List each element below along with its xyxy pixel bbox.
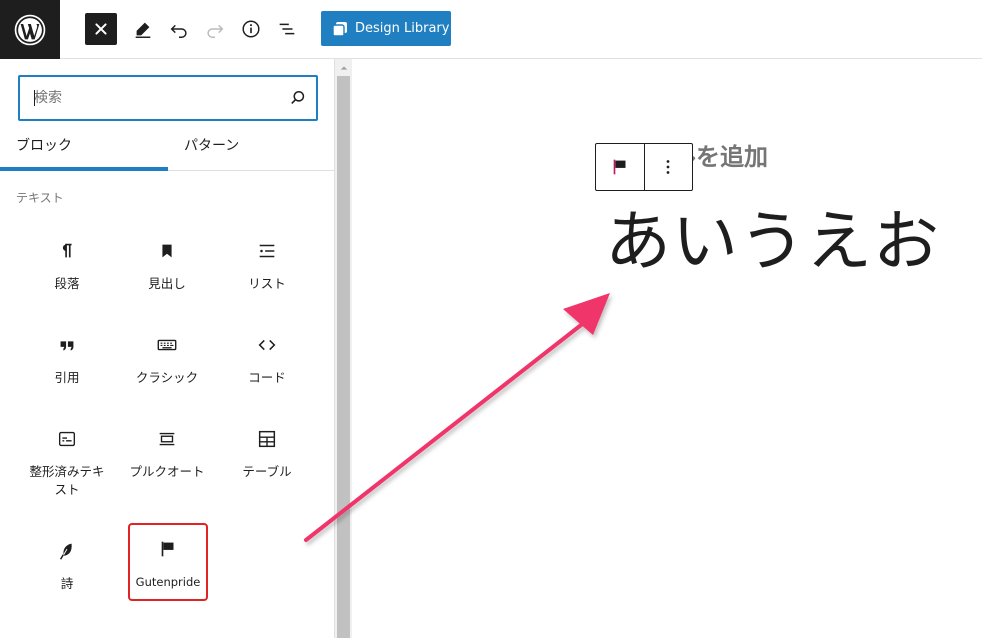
scrollbar-thumb[interactable] (337, 76, 350, 638)
preformatted-icon (55, 427, 79, 451)
design-library-button[interactable]: Design Library (321, 11, 451, 46)
redo-button[interactable] (199, 13, 231, 45)
block-search (18, 75, 318, 121)
code-icon (255, 333, 279, 357)
details-button[interactable] (235, 13, 267, 45)
block-item-heading[interactable]: 見出し (120, 227, 214, 307)
keyboard-icon (155, 333, 179, 357)
block-options-button[interactable] (645, 144, 693, 190)
block-item-label: 整形済みテキスト (29, 464, 105, 497)
feather-icon (55, 539, 79, 563)
block-item-quote[interactable]: 引用 (20, 321, 114, 401)
block-item-classic[interactable]: クラシック (120, 321, 214, 401)
redo-icon (207, 24, 224, 38)
tools-button[interactable] (127, 13, 159, 45)
block-item-list[interactable]: リスト (220, 227, 314, 307)
info-icon (242, 20, 260, 38)
heading-block[interactable]: あいうえお (605, 209, 940, 275)
block-item-table[interactable]: テーブル (220, 415, 314, 495)
text-caret (34, 90, 35, 106)
list-view-button[interactable] (271, 13, 303, 45)
editor-canvas: タイトルを追加 あいうえお (352, 59, 982, 638)
pullquote-icon (155, 427, 179, 451)
block-item-label: プルクオート (129, 464, 205, 479)
quote-icon (55, 333, 79, 357)
list-view-icon (279, 23, 295, 35)
wordpress-logo-icon (14, 14, 46, 45)
more-vertical-icon (666, 160, 670, 174)
undo-button[interactable] (163, 13, 195, 45)
block-item-paragraph[interactable]: 段落 (20, 227, 114, 307)
wordpress-logo-button[interactable] (0, 0, 60, 59)
block-item-pullquote[interactable]: プルクオート (120, 415, 214, 495)
scroll-up-arrow-icon[interactable] (335, 59, 352, 76)
tab-patterns[interactable]: パターン (168, 133, 336, 171)
search-icon (280, 77, 316, 119)
block-item-label: クラシック (135, 370, 199, 385)
block-toolbar (595, 143, 693, 191)
inserter-tabs: ブロック パターン (0, 133, 335, 171)
block-item-label: Gutenpride (135, 575, 201, 589)
table-icon (255, 427, 279, 451)
tab-blocks[interactable]: ブロック (0, 133, 168, 171)
block-type-button[interactable] (596, 144, 645, 190)
block-inserter-panel: ブロック パターン テキスト 段落 見出し リスト (0, 59, 335, 638)
close-icon (95, 23, 107, 35)
pencil-icon (135, 22, 151, 38)
top-toolbar: Design Library (0, 0, 982, 59)
block-item-label: テーブル (242, 464, 292, 479)
flag-icon (613, 159, 626, 175)
block-item-verse[interactable]: 詩 (20, 527, 114, 607)
block-item-preformatted[interactable]: 整形済みテキスト (20, 415, 114, 505)
block-item-label: リスト (248, 276, 286, 291)
block-item-label: 引用 (54, 370, 80, 385)
undo-icon (170, 24, 187, 38)
design-library-label: Design Library (355, 21, 450, 36)
block-item-label: コード (248, 370, 286, 385)
design-library-icon (331, 20, 349, 38)
sidebar-scrollbar[interactable] (335, 59, 352, 638)
block-item-label: 詩 (60, 576, 74, 591)
paragraph-icon (55, 239, 79, 263)
block-item-gutenpride[interactable]: Gutenpride (128, 523, 208, 601)
block-item-label: 段落 (54, 276, 80, 291)
category-label: テキスト (16, 191, 64, 205)
heading-bookmark-icon (155, 239, 179, 263)
flag-icon (156, 537, 180, 561)
list-icon (255, 239, 279, 263)
block-search-input[interactable] (20, 77, 280, 119)
close-inserter-button[interactable] (85, 13, 117, 45)
block-item-code[interactable]: コード (220, 321, 314, 401)
block-item-label: 見出し (148, 276, 186, 291)
